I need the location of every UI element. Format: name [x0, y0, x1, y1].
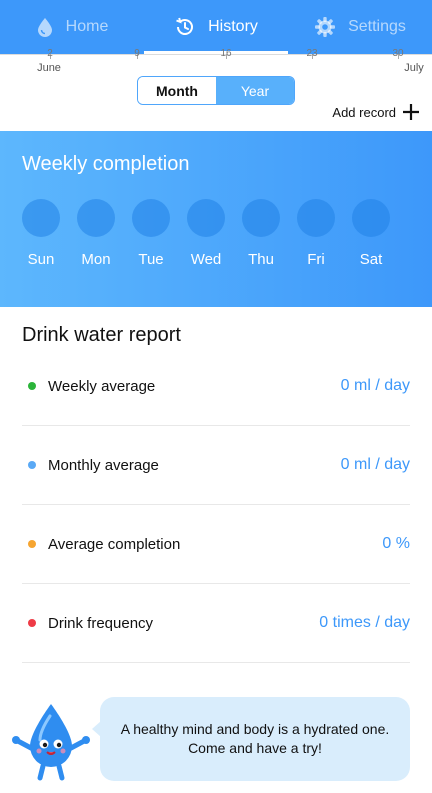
- period-toggle: Month Year: [137, 76, 295, 105]
- weekly-completion-panel: Weekly completion Sun Mon Tue Wed Thu Fr…: [0, 131, 432, 307]
- report-row-average-completion: Average completion 0 %: [22, 505, 410, 584]
- weekday-item: Wed: [187, 199, 225, 268]
- tab-settings-label: Settings: [348, 18, 406, 35]
- axis-tick-label: 16: [220, 48, 232, 59]
- top-nav-bar: Home History Settings: [0, 0, 432, 54]
- day-progress-circle: [242, 199, 280, 237]
- report-row-label: Monthly average: [48, 456, 159, 474]
- weekday-list: Sun Mon Tue Wed Thu Fri Sat: [22, 199, 390, 268]
- weekday-label: Thu: [248, 251, 274, 268]
- tab-history[interactable]: History: [144, 0, 288, 54]
- report-row-value: 0 times / day: [319, 614, 410, 631]
- report-row-drink-frequency: Drink frequency 0 times / day: [22, 584, 410, 663]
- history-icon: [176, 17, 194, 35]
- report-row-label: Average completion: [48, 535, 181, 553]
- weekly-completion-title: Weekly completion: [22, 153, 190, 175]
- axis-tick-label: 2: [47, 48, 53, 59]
- weekday-label: Mon: [81, 251, 111, 268]
- day-progress-circle: [22, 199, 60, 237]
- weekday-item: Tue: [132, 199, 170, 268]
- tab-home[interactable]: Home: [0, 0, 144, 54]
- tip-text: A healthy mind and body is a hydrated on…: [120, 721, 390, 756]
- tip-speech-bubble: A healthy mind and body is a hydrated on…: [92, 697, 410, 781]
- report-row-weekly-average: Weekly average 0 ml / day: [22, 347, 410, 426]
- weekday-label: Sat: [359, 251, 383, 268]
- report-row-value: 0 ml / day: [340, 456, 410, 473]
- status-dot: [28, 461, 36, 469]
- report-row-label: Drink frequency: [48, 614, 154, 632]
- report-row-label: Weekly average: [48, 377, 156, 395]
- weekday-label: Tue: [138, 251, 164, 268]
- day-progress-circle: [297, 199, 335, 237]
- weekday-label: Sun: [27, 251, 55, 268]
- add-record-label: Add record: [332, 104, 396, 120]
- axis-tick-label: 23: [306, 48, 318, 59]
- report-row-value: 0 %: [382, 535, 410, 552]
- weekday-item: Sat: [352, 199, 390, 268]
- day-progress-circle: [352, 199, 390, 237]
- plus-icon: [403, 104, 419, 120]
- axis-baseline: [0, 54, 432, 55]
- drink-water-report: Drink water report Weekly average 0 ml /…: [22, 307, 410, 663]
- gear-icon: [315, 17, 336, 37]
- axis-month-label: July: [404, 62, 424, 74]
- weekday-label: Fri: [307, 251, 325, 268]
- weekday-item: Mon: [77, 199, 115, 268]
- report-title: Drink water report: [22, 324, 181, 346]
- weekday-item: Thu: [242, 199, 280, 268]
- report-row-monthly-average: Monthly average 0 ml / day: [22, 426, 410, 505]
- toggle-year[interactable]: Year: [216, 77, 294, 104]
- day-progress-circle: [132, 199, 170, 237]
- weekday-item: Fri: [297, 199, 335, 268]
- axis-month-label: June: [37, 62, 61, 74]
- water-drop-mascot: [10, 700, 92, 787]
- toggle-month[interactable]: Month: [138, 77, 216, 104]
- weekday-item: Sun: [22, 199, 60, 268]
- tab-settings[interactable]: Settings: [288, 0, 432, 54]
- weekday-label: Wed: [190, 251, 222, 268]
- status-dot: [28, 382, 36, 390]
- status-dot: [28, 619, 36, 627]
- tab-home-label: Home: [65, 18, 109, 35]
- status-dot: [28, 540, 36, 548]
- water-drop-icon: [37, 18, 52, 37]
- report-row-value: 0 ml / day: [340, 377, 410, 394]
- axis-tick-label: 30: [392, 48, 404, 59]
- tab-history-label: History: [208, 18, 258, 35]
- day-progress-circle: [187, 199, 225, 237]
- axis-tick-label: 9: [134, 48, 140, 59]
- day-progress-circle: [77, 199, 115, 237]
- chart-x-axis: 2 9 16 23 30 June July: [0, 48, 432, 78]
- add-record-button[interactable]: Add record: [332, 103, 420, 121]
